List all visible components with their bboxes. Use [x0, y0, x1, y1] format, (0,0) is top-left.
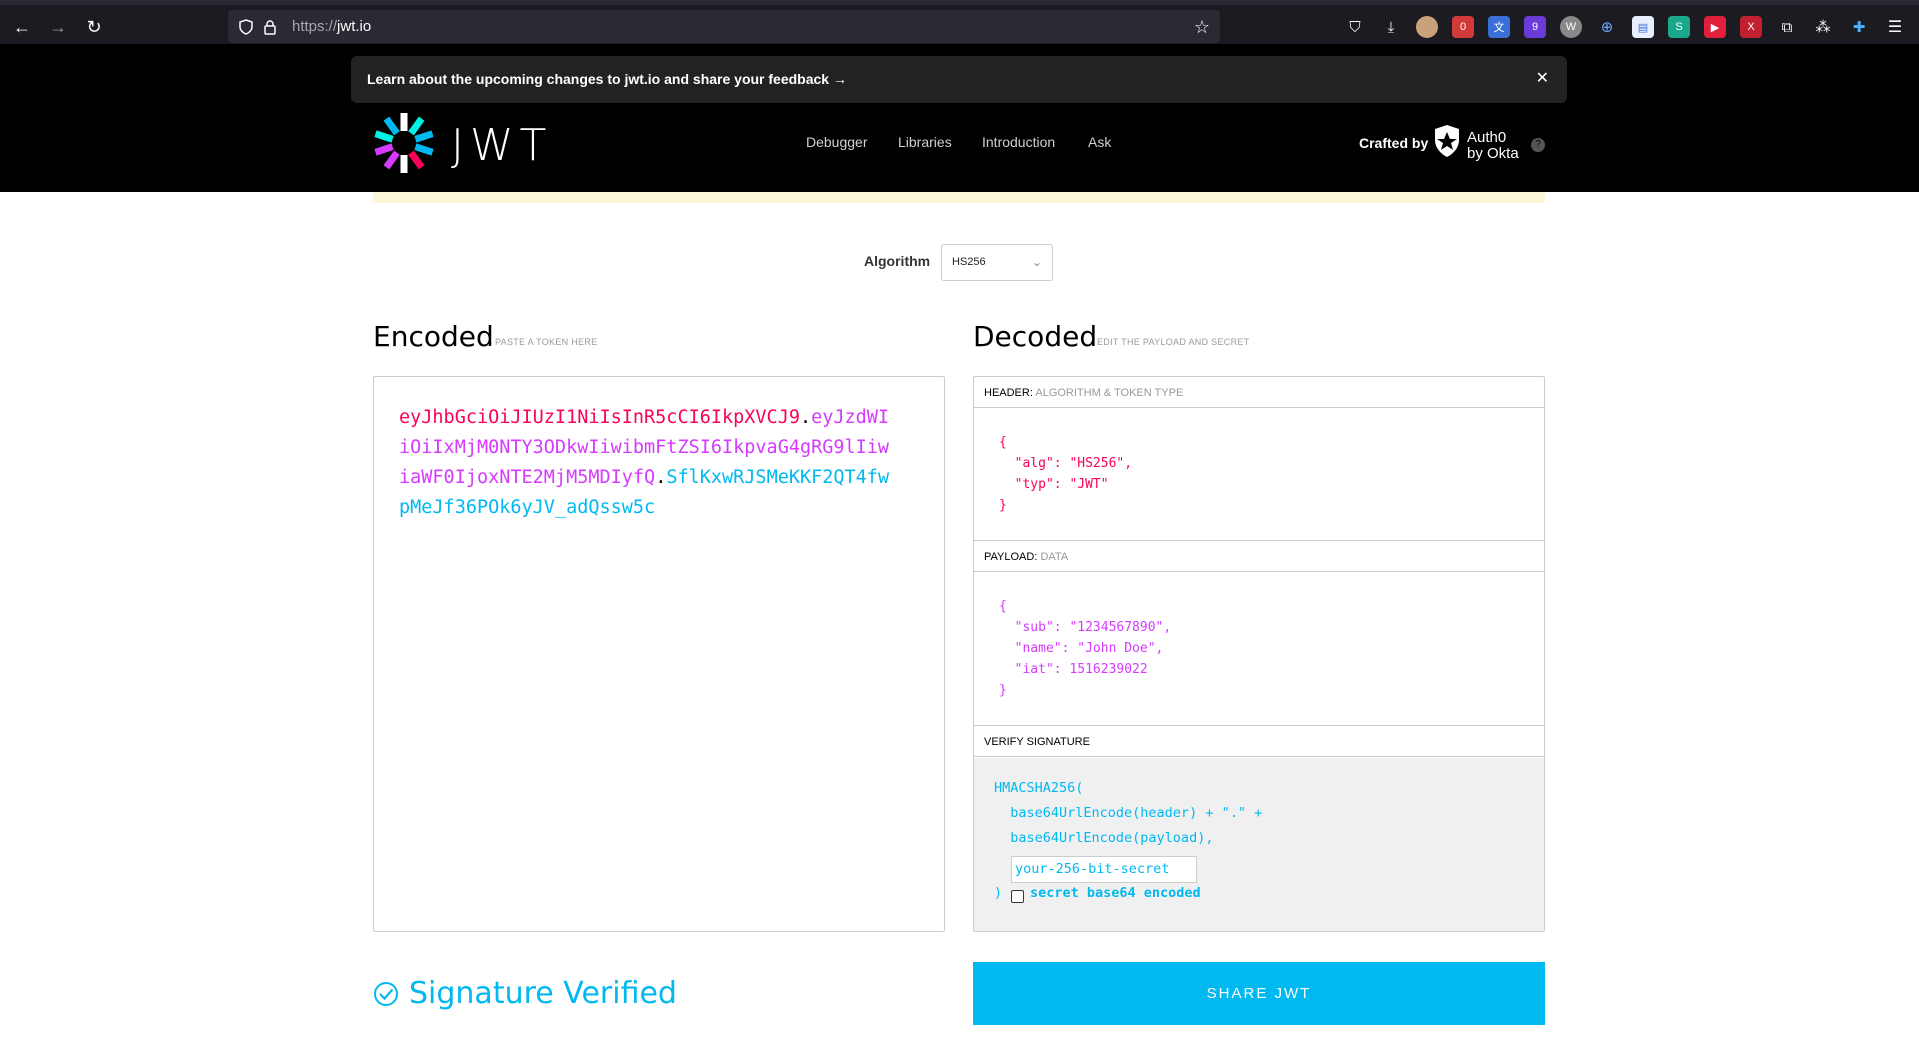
- json-line: }: [999, 498, 1007, 513]
- token-header-part: eyJhbGciOiJIUzI1NiIsInR5cCI6IkpXVCJ9: [399, 407, 800, 428]
- translate-icon[interactable]: 文: [1488, 16, 1510, 38]
- avatar-extension-icon[interactable]: [1416, 16, 1438, 38]
- sig-line: base64UrlEncode(payload),: [994, 830, 1214, 846]
- url-bar[interactable]: https://jwt.io ☆: [228, 10, 1220, 43]
- extension-purple-icon[interactable]: 9: [1524, 16, 1546, 38]
- chevron-down-icon: ⌄: [1031, 255, 1042, 269]
- nav-ask[interactable]: Ask: [1088, 134, 1111, 150]
- site-header: Learn about the upcoming changes to jwt.…: [0, 44, 1919, 192]
- close-paren: ): [994, 885, 1003, 901]
- banner-message: Learn about the upcoming changes to jwt.…: [367, 71, 830, 87]
- payload-label-dim: DATA: [1040, 551, 1069, 563]
- menu-icon[interactable]: ☰: [1884, 16, 1906, 38]
- share-jwt-button[interactable]: SHARE JWT: [973, 962, 1545, 1025]
- shield-icon[interactable]: [236, 17, 256, 37]
- puzzle-blue-icon[interactable]: ✚: [1848, 16, 1870, 38]
- encoded-title: Encoded: [373, 320, 494, 353]
- extension-teal-icon[interactable]: S: [1668, 16, 1690, 38]
- wikipedia-icon[interactable]: W: [1560, 16, 1582, 38]
- share-network-icon[interactable]: ⁂: [1812, 16, 1834, 38]
- decoded-title: Decoded: [973, 320, 1098, 353]
- token-dot: .: [655, 467, 667, 488]
- encoded-subtitle: PASTE A TOKEN HERE: [495, 337, 598, 347]
- header-panel-title: HEADER: ALGORITHM & TOKEN TYPE: [974, 377, 1544, 408]
- pocket-icon[interactable]: ⛉: [1344, 16, 1366, 38]
- auth0-line: Auth0: [1467, 129, 1507, 146]
- json-line: "typ": "JWT": [999, 477, 1109, 492]
- sig-line: HMACSHA256(: [994, 780, 1084, 796]
- jwt-logo-icon[interactable]: [373, 112, 435, 174]
- announcement-banner[interactable]: Learn about the upcoming changes to jwt.…: [351, 56, 1567, 103]
- check-circle-icon: [374, 982, 398, 1006]
- nav-debugger[interactable]: Debugger: [806, 134, 868, 150]
- signature-panel: HMACSHA256( base64UrlEncode(header) + ".…: [974, 758, 1544, 931]
- nav-introduction[interactable]: Introduction: [982, 134, 1055, 150]
- download-icon[interactable]: ⤓: [1380, 16, 1402, 38]
- token-dot: .: [799, 407, 812, 428]
- payload-label: PAYLOAD:: [984, 551, 1038, 563]
- back-icon[interactable]: ←: [8, 13, 36, 41]
- bookmark-star-icon[interactable]: ☆: [1192, 17, 1212, 37]
- signature-verified-text: Signature Verified: [409, 976, 677, 1011]
- header-json-editor[interactable]: { "alg": "HS256", "typ": "JWT" }: [999, 432, 1132, 516]
- json-line: "sub": "1234567890",: [999, 620, 1172, 635]
- banner-text[interactable]: Learn about the upcoming changes to jwt.…: [367, 71, 847, 87]
- header-label-dim: ALGORITHM & TOKEN TYPE: [1035, 387, 1184, 399]
- url-host: jwt.io: [337, 18, 372, 35]
- token-text[interactable]: eyJhbGciOiJIUzI1NiIsInR5cCI6IkpXVCJ9.eyJ…: [399, 403, 899, 523]
- auth0-okta-link[interactable]: Auth0 by Okta: [1467, 130, 1519, 162]
- secret-base64-checkbox[interactable]: [1011, 890, 1024, 903]
- close-icon[interactable]: ✕: [1536, 68, 1549, 88]
- payload-panel-title: PAYLOAD: DATA: [974, 541, 1544, 572]
- algorithm-select[interactable]: HS256 ⌄: [941, 244, 1053, 281]
- nav-libraries[interactable]: Libraries: [898, 134, 952, 150]
- arrow-right-icon: →: [832, 71, 847, 87]
- json-line: "name": "John Doe",: [999, 641, 1164, 656]
- extensions-puzzle-icon[interactable]: ⧉: [1776, 16, 1798, 38]
- logo-wordmark[interactable]: JWT: [451, 120, 552, 171]
- json-line: "iat": 1516239022: [999, 662, 1148, 677]
- verify-label: VERIFY SIGNATURE: [984, 736, 1090, 748]
- extension-x-icon[interactable]: X: [1740, 16, 1762, 38]
- decoded-panel: HEADER: ALGORITHM & TOKEN TYPE { "alg": …: [973, 376, 1545, 932]
- signature-code: HMACSHA256( base64UrlEncode(header) + ".…: [994, 776, 1262, 851]
- url-scheme: https://: [292, 18, 338, 35]
- document-icon[interactable]: ▤: [1632, 16, 1654, 38]
- lock-icon[interactable]: [260, 17, 280, 37]
- browser-toolbar: ← → ↻ https://jwt.io ☆ ⛉ ⤓ 0 文 9 W ⊕ ▤ S…: [0, 0, 1919, 44]
- forward-icon[interactable]: →: [44, 13, 72, 41]
- algorithm-value: HS256: [952, 256, 986, 268]
- warning-strip: [373, 192, 1545, 203]
- auth0-shield-icon[interactable]: [1433, 124, 1461, 158]
- globe-icon[interactable]: ⊕: [1596, 16, 1618, 38]
- sig-line: base64UrlEncode(header) + "." +: [994, 805, 1263, 821]
- json-line: {: [999, 435, 1007, 450]
- help-icon[interactable]: ?: [1531, 138, 1545, 152]
- header-label: HEADER:: [984, 387, 1033, 399]
- algorithm-label: Algorithm: [864, 253, 931, 269]
- secret-input[interactable]: your-256-bit-secret: [1011, 856, 1197, 883]
- json-line: }: [999, 683, 1007, 698]
- verify-signature-title: VERIFY SIGNATURE: [974, 726, 1544, 757]
- youtube-icon[interactable]: ▶: [1704, 16, 1726, 38]
- payload-json-editor[interactable]: { "sub": "1234567890", "name": "John Doe…: [999, 596, 1171, 701]
- url-text: https://jwt.io: [292, 18, 371, 35]
- decoded-subtitle: EDIT THE PAYLOAD AND SECRET: [1097, 337, 1250, 347]
- encoded-token-editor[interactable]: eyJhbGciOiJIUzI1NiIsInR5cCI6IkpXVCJ9.eyJ…: [373, 376, 945, 932]
- extension-red-icon[interactable]: 0: [1452, 16, 1474, 38]
- secret-base64-label[interactable]: secret base64 encoded: [1030, 885, 1201, 901]
- json-line: "alg": "HS256",: [999, 456, 1133, 471]
- json-line: {: [999, 599, 1007, 614]
- reload-icon[interactable]: ↻: [80, 13, 108, 41]
- okta-line: by Okta: [1467, 145, 1519, 162]
- crafted-by-label: Crafted by: [1359, 135, 1429, 151]
